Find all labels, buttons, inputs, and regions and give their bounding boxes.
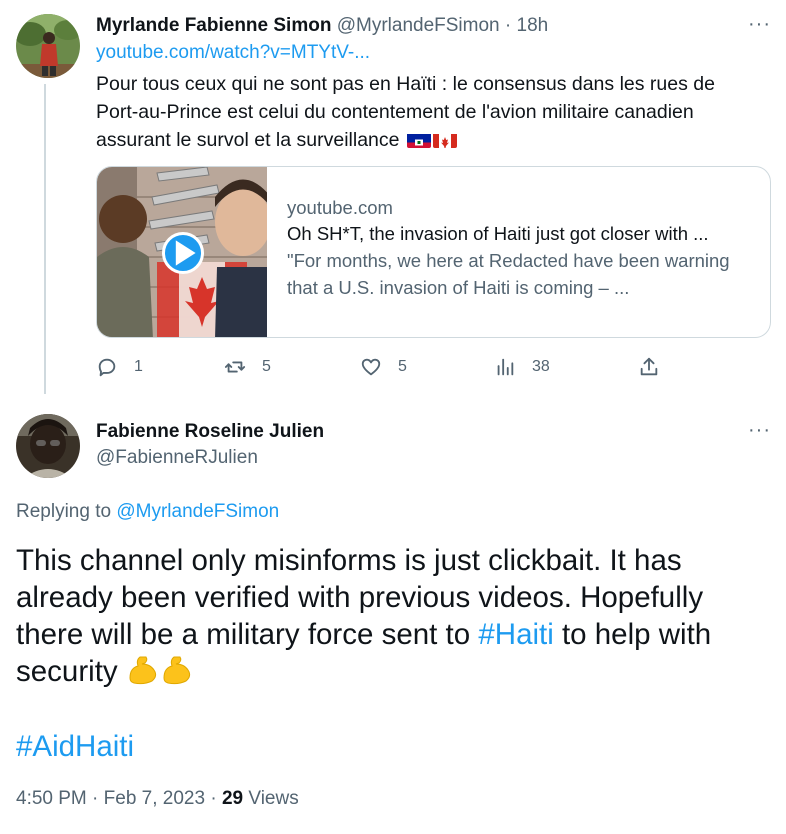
heart-icon: [361, 358, 381, 376]
card-domain: youtube.com: [287, 197, 393, 218]
hashtag-aidhaiti-link[interactable]: #AidHaiti: [16, 728, 134, 765]
like-button[interactable]: 5: [360, 356, 407, 378]
tweet1-author-handle[interactable]: @MyrlandeFSimon: [337, 15, 500, 36]
tweet2-timestamp[interactable]: 4:50 PM · Feb 7, 2023 ·: [16, 788, 222, 809]
analytics-icon: [497, 358, 514, 376]
tweet1-author-name[interactable]: Myrlande Fabienne Simon: [96, 15, 331, 36]
tweet2-more-icon[interactable]: ···: [748, 420, 771, 440]
tweet1-youtube-link[interactable]: youtube.com/watch?v=MTYtV-...: [96, 41, 370, 65]
flexed-biceps-icon: [160, 654, 194, 686]
canada-flag-icon: [432, 131, 457, 148]
thread-connector-line: [44, 84, 46, 394]
replying-to-handle-link[interactable]: @MyrlandeFSimon: [116, 501, 279, 522]
avatar-myrlande[interactable]: [16, 14, 80, 78]
like-count: 5: [398, 358, 407, 375]
tweet2-text: This channel only misinforms is just cli…: [16, 542, 776, 690]
tweet1-separator: ·: [504, 15, 512, 36]
tweet1-header: Myrlande Fabienne Simon @MyrlandeFSimon …: [96, 14, 548, 38]
reply-count: 1: [134, 358, 143, 375]
flexed-biceps-icon: [126, 654, 160, 686]
retweet-icon: [224, 361, 246, 373]
retweet-count: 5: [262, 358, 271, 375]
card-text-block: youtube.com Oh SH*T, the invasion of Hai…: [287, 195, 757, 301]
avatar-image: [16, 14, 80, 78]
reply-button[interactable]: 1: [96, 356, 143, 378]
views-button[interactable]: 38: [494, 356, 550, 378]
replying-prefix: Replying to: [16, 501, 112, 522]
tweet1-text: Pour tous ceux qui ne sont pas en Haïti …: [96, 70, 756, 154]
video-thumbnail[interactable]: [97, 167, 267, 337]
link-preview-card[interactable]: youtube.com Oh SH*T, the invasion of Hai…: [96, 166, 771, 338]
share-icon: [640, 357, 658, 376]
share-button[interactable]: [638, 356, 660, 378]
tweet2-views-label: Views: [248, 788, 299, 809]
tweet2-views-count: 29: [221, 788, 244, 809]
play-button-icon[interactable]: [162, 232, 204, 274]
replying-to-line: Replying to @MyrlandeFSimon: [16, 500, 279, 524]
avatar-image: [16, 414, 80, 478]
tweet2-author-name[interactable]: Fabienne Roseline Julien: [96, 420, 324, 444]
tweet2-metadata: 4:50 PM · Feb 7, 2023 · 29 Views: [16, 787, 299, 811]
views-count: 38: [532, 358, 550, 375]
tweet1-actions-bar: 1 5 5 38: [96, 356, 676, 384]
hashtag-haiti-link[interactable]: #Haiti: [478, 618, 553, 651]
haiti-flag-icon: [406, 131, 431, 148]
tweet1-text-body: Pour tous ceux qui ne sont pas en Haïti …: [96, 73, 715, 151]
retweet-button[interactable]: 5: [224, 356, 271, 378]
avatar-fabienne[interactable]: [16, 414, 80, 478]
tweet2-author-handle[interactable]: @FabienneRJulien: [96, 446, 258, 470]
tweet1-time[interactable]: 18h: [517, 15, 549, 36]
card-title: Oh SH*T, the invasion of Haiti just got …: [287, 223, 709, 244]
reply-icon: [98, 358, 116, 377]
tweet1-more-icon[interactable]: ···: [748, 14, 771, 34]
card-description: "For months, we here at Redacted have be…: [287, 250, 730, 298]
